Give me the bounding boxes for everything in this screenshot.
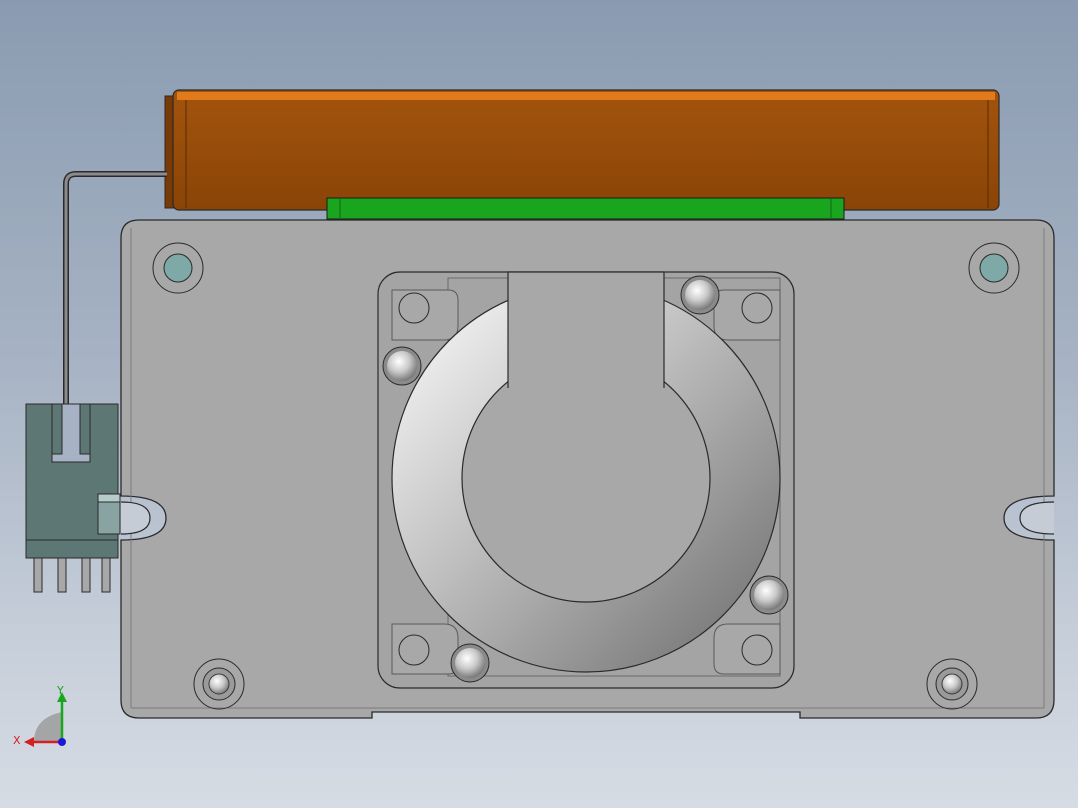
motor-housing[interactable]	[164, 89, 1000, 211]
left-mounting-slot	[120, 501, 151, 535]
coordinate-triad: Y X	[13, 686, 67, 747]
connector-housing[interactable]	[25, 403, 121, 559]
screw-ring-top-right	[680, 275, 720, 315]
shaft-slot-tab	[507, 271, 665, 388]
x-axis-label: X	[13, 734, 21, 747]
flange-hole-top-left	[398, 292, 430, 324]
flange-hole-bottom-left	[398, 634, 430, 666]
flange-hole-top-right	[741, 292, 773, 324]
part-model[interactable]	[0, 0, 1078, 808]
screw-ring-bottom-left	[450, 643, 490, 683]
y-axis-label: Y	[56, 686, 64, 697]
connector-pins	[33, 557, 111, 593]
screw-ring-bottom-right	[749, 575, 789, 615]
z-axis-dot	[58, 738, 66, 746]
cad-viewport[interactable]: Y X	[0, 0, 1078, 808]
screw-ring-left	[382, 346, 422, 386]
flange-hole-bottom-right	[741, 634, 773, 666]
right-mounting-slot	[1019, 501, 1055, 535]
pcb-strip[interactable]	[326, 197, 845, 220]
